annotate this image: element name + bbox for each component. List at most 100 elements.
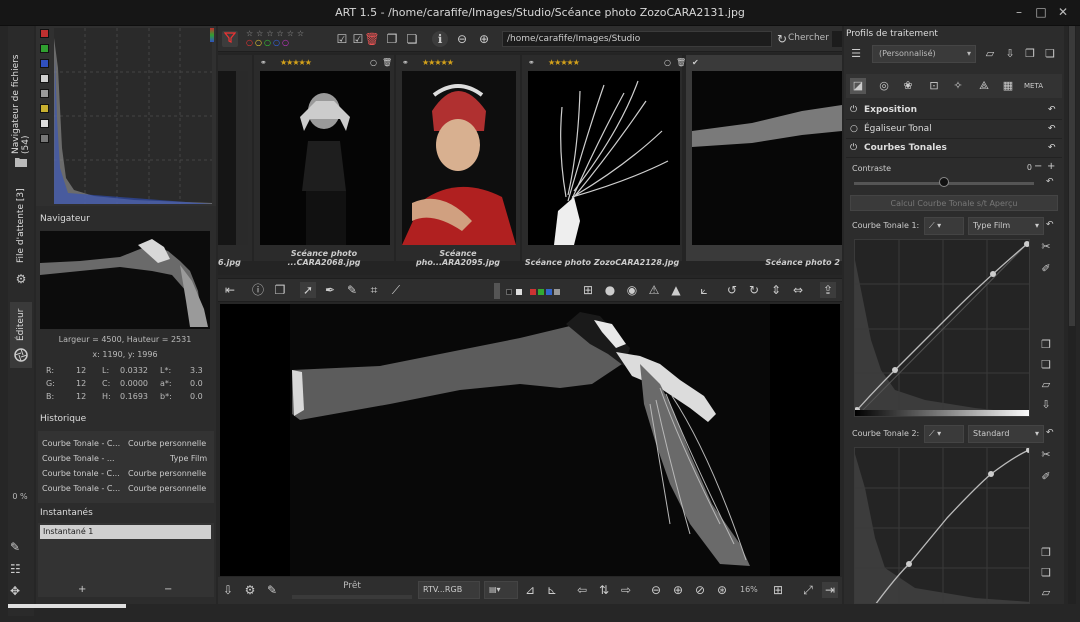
curve-picker-icon[interactable]: ✐: [1038, 262, 1054, 275]
path-field[interactable]: /home/carafife/Images/Studio: [502, 31, 772, 47]
curve2-type-combo[interactable]: Standard ▾: [968, 425, 1044, 443]
open-profile-icon[interactable]: ▱: [982, 46, 998, 62]
zoom-fit-icon[interactable]: ⊘: [692, 582, 708, 598]
preview-black-toggle[interactable]: [506, 289, 512, 295]
reject-icon[interactable]: ○: [370, 58, 377, 67]
dot-icon[interactable]: ●: [602, 282, 618, 298]
image-preview[interactable]: [220, 304, 840, 576]
before-after-icon[interactable]: ❐: [272, 282, 288, 298]
perspective-icon[interactable]: ⟀: [696, 282, 712, 298]
compass-icon[interactable]: ◉: [624, 282, 640, 298]
blue-channel-toggle[interactable]: [40, 59, 49, 68]
info-overlay-icon[interactable]: ⓘ: [250, 282, 266, 298]
power-icon[interactable]: ⏻: [850, 105, 857, 115]
rotate-right-icon[interactable]: ↻: [746, 282, 762, 298]
section-tone-curves[interactable]: ⏻ Courbes Tonales ↶: [846, 140, 1062, 158]
tone-curve-1-editor[interactable]: [854, 239, 1030, 417]
section-exposure[interactable]: ⏻ Exposition ↶: [846, 102, 1062, 120]
aperture-icon[interactable]: [13, 348, 29, 362]
curve2-open-icon[interactable]: ▱: [1038, 586, 1054, 599]
sync-icon[interactable]: ⇅: [596, 582, 612, 598]
prev-image-icon[interactable]: ⇦: [574, 582, 590, 598]
tab-raw-icon[interactable]: ▦: [1000, 78, 1016, 94]
power-icon[interactable]: ⏻: [850, 143, 857, 153]
tab-exposure-icon[interactable]: ◪: [850, 78, 866, 94]
chroma-toggle[interactable]: [40, 89, 49, 98]
queue-gears-icon[interactable]: ⚙: [242, 582, 258, 598]
thumbnail-image[interactable]: [218, 71, 248, 245]
fit-right-icon[interactable]: ⊾: [544, 582, 560, 598]
hide-right-panel-icon[interactable]: ⇥: [822, 582, 838, 598]
contrast-value[interactable]: 0: [1016, 163, 1032, 172]
rating-stars[interactable]: ★★★★★: [280, 58, 312, 67]
preview-blue-toggle[interactable]: [546, 289, 552, 295]
folder-icon[interactable]: [13, 156, 29, 170]
close-button[interactable]: ✕: [1056, 5, 1070, 19]
tab-local-icon[interactable]: ⊡: [926, 78, 942, 94]
tab-file-browser[interactable]: Navigateur de fichiers (54): [11, 34, 31, 155]
new-window-icon[interactable]: ⊞: [770, 582, 786, 598]
preview-white-toggle[interactable]: [516, 289, 522, 295]
move-icon[interactable]: ✥: [10, 584, 20, 598]
thumbnail[interactable]: ⚭ ★★★★★ Scéance pho...ARA2095.jpg: [396, 55, 520, 267]
original-filter-icon[interactable]: ❐: [384, 31, 400, 47]
trash-icon[interactable]: 🗑: [382, 58, 392, 67]
history-row[interactable]: Courbe Tonale - C... Courbe personnelle: [38, 437, 214, 451]
maximize-button[interactable]: □: [1034, 5, 1048, 19]
warning-shadows-icon[interactable]: ⚠: [646, 282, 662, 298]
history-row[interactable]: Courbe Tonale - C... Courbe personnelle: [38, 482, 214, 496]
reset-icon[interactable]: ↶: [1048, 143, 1056, 153]
tab-queue[interactable]: File d'attente [3]: [12, 184, 30, 268]
profile-combo[interactable]: (Personnalisé) ▾: [872, 45, 976, 63]
gears-icon[interactable]: ⚙: [13, 272, 29, 286]
contrast-slider-knob[interactable]: [939, 177, 949, 187]
thumbnail-image[interactable]: [692, 71, 842, 245]
flip-vertical-icon[interactable]: ⇕: [768, 282, 784, 298]
curve-copy-icon[interactable]: ❐: [1038, 338, 1054, 351]
zoom-in-icon[interactable]: ⊕: [476, 31, 492, 47]
zoom-out-icon[interactable]: ⊖: [454, 31, 470, 47]
color-label-filter[interactable]: ○○○○○: [246, 38, 326, 48]
zoom-100-icon[interactable]: ⊛: [714, 582, 730, 598]
reset-icon[interactable]: ↶: [1046, 428, 1054, 438]
trash-icon[interactable]: 🗑: [676, 58, 686, 67]
next-image-icon[interactable]: ⇨: [618, 582, 634, 598]
rating-stars[interactable]: ★★★★★: [422, 58, 454, 67]
mode-toggle[interactable]: [40, 134, 49, 143]
sliders-icon[interactable]: ☷: [10, 562, 21, 576]
search-input[interactable]: [832, 31, 842, 47]
curve2-paste-icon[interactable]: ❏: [1038, 566, 1054, 579]
curve2-mode-combo[interactable]: ⟋ ▾: [924, 425, 964, 443]
tab-meta-icon[interactable]: META: [1024, 78, 1043, 94]
hide-left-panel-icon[interactable]: ⇤: [222, 282, 238, 298]
warning-highlights-icon[interactable]: ▲: [668, 282, 684, 298]
curve1-mode-combo[interactable]: ⟋ ▾: [924, 217, 964, 235]
preview-red-toggle[interactable]: [530, 289, 536, 295]
curve-paste-icon[interactable]: ❏: [1038, 358, 1054, 371]
increment-icon[interactable]: +: [1047, 161, 1055, 172]
radio-icon[interactable]: ○: [850, 124, 858, 134]
snapshot-item[interactable]: Instantané 1: [40, 525, 211, 539]
thumbnail-image[interactable]: [402, 71, 516, 245]
filter-icon[interactable]: [222, 31, 238, 47]
zoom-out-icon[interactable]: ⊖: [648, 582, 664, 598]
red-channel-toggle[interactable]: [40, 29, 49, 38]
magic-pen-icon[interactable]: ✎: [10, 540, 20, 554]
thumbnail[interactable]: ⚭ ★★★★★ ○ 🗑 Scéance photo ...CARA2068.jp…: [254, 55, 394, 267]
tab-transform-icon[interactable]: ⟁: [976, 78, 992, 94]
export-icon[interactable]: ⇪: [820, 282, 836, 298]
tab-editor[interactable]: Éditeur: [12, 304, 30, 346]
navigator-thumbnail[interactable]: [40, 231, 210, 329]
rating-stars[interactable]: ★★★★★: [548, 58, 580, 67]
profile-list-icon[interactable]: ☰: [848, 46, 864, 62]
zoom-in-icon[interactable]: ⊕: [670, 582, 686, 598]
thumbnail-image[interactable]: [528, 71, 680, 245]
thumbnail-selected[interactable]: ✔ Scéance photo 2: [686, 55, 842, 267]
calc-tone-curve-button[interactable]: Calcul Courbe Tonale s/t Aperçu: [850, 195, 1058, 211]
reject-icon[interactable]: ○: [664, 58, 671, 67]
eyedropper-icon[interactable]: ✒: [322, 282, 338, 298]
curve2-copy-icon[interactable]: ❐: [1038, 546, 1054, 559]
focus-mask-icon[interactable]: ⊞: [580, 282, 596, 298]
copy-icon[interactable]: ❏: [404, 31, 420, 47]
preview-bg-toggle[interactable]: [494, 283, 500, 299]
